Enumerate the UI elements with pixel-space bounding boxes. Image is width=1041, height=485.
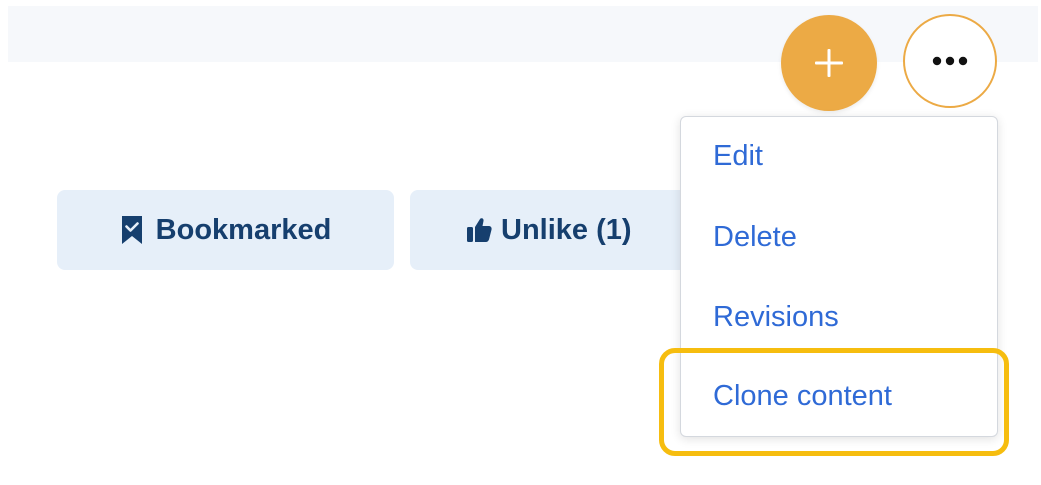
top-bar <box>8 6 1038 62</box>
bookmark-button-label: Bookmarked <box>155 213 332 246</box>
unlike-button-label: Unlike (1) <box>501 213 632 246</box>
add-button[interactable] <box>781 15 877 111</box>
menu-item-edit[interactable]: Edit <box>713 138 763 174</box>
menu-item-delete[interactable]: Delete <box>713 219 797 255</box>
menu-item-clone-content[interactable]: Clone content <box>713 378 892 414</box>
plus-icon <box>815 49 843 77</box>
ellipsis-horizontal-icon <box>932 56 968 66</box>
bookmark-button[interactable]: Bookmarked <box>57 190 394 270</box>
more-options-menu: Edit Delete Revisions Clone content <box>680 116 998 437</box>
unlike-button[interactable]: Unlike (1) <box>410 190 700 270</box>
more-options-button[interactable] <box>903 14 997 108</box>
thumbs-up-icon <box>467 218 492 242</box>
page: Bookmarked Unlike (1) Edit Delete Revisi… <box>0 0 1041 485</box>
menu-item-revisions[interactable]: Revisions <box>713 299 839 335</box>
bookmark-check-icon <box>121 216 142 244</box>
